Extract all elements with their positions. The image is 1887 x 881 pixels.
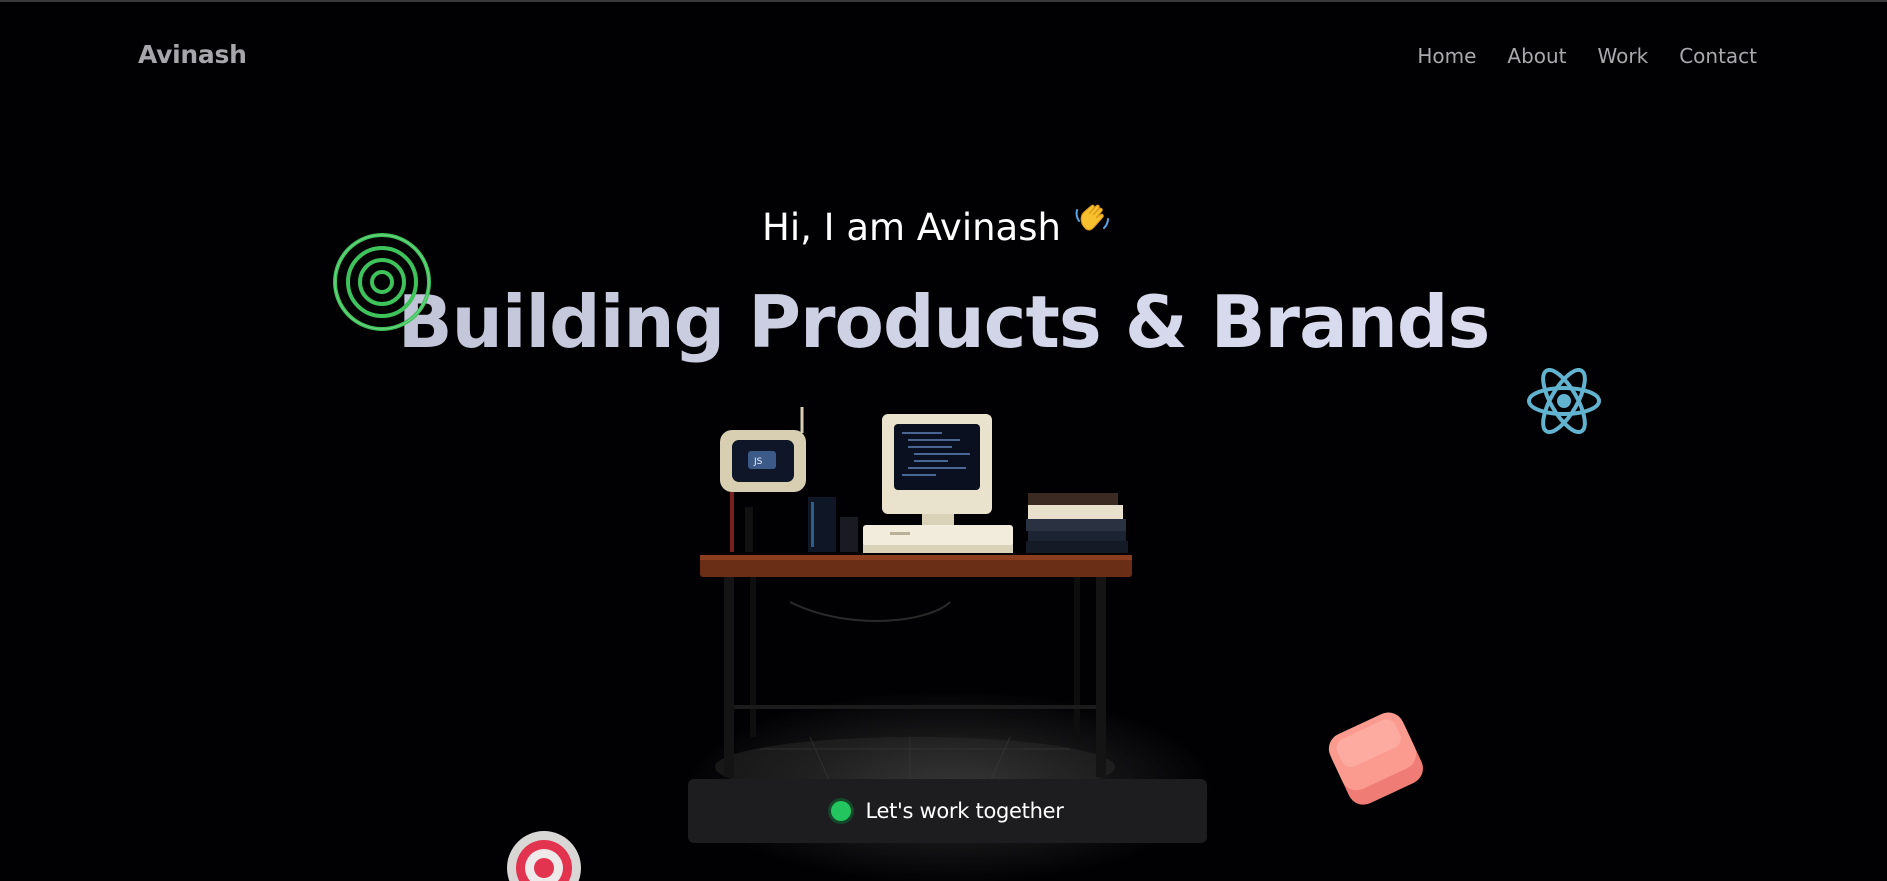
greeting-text: Hi, I am Avinash: [762, 206, 1061, 249]
target-icon: [506, 830, 582, 881]
availability-status-dot: [831, 801, 852, 821]
hero-headline: Building Products & Brands: [0, 280, 1887, 364]
cta-label: Let's work together: [865, 799, 1064, 823]
lets-work-together-button[interactable]: Let's work together: [688, 779, 1207, 843]
site-logo[interactable]: Avinash: [138, 40, 247, 69]
nav-link-about[interactable]: About: [1507, 44, 1566, 68]
rounded-cube-icon: [1318, 707, 1433, 816]
react-atom-icon: [1525, 368, 1603, 438]
hero-greeting: Hi, I am Avinash: [0, 198, 1887, 249]
svg-text:JS: JS: [753, 457, 763, 467]
desk-workstation-illustration: JS: [690, 405, 1140, 797]
concentric-rings-icon: [332, 232, 432, 336]
waving-hand-icon: [1071, 198, 1113, 249]
nav-link-work[interactable]: Work: [1598, 44, 1649, 68]
nav-link-home[interactable]: Home: [1417, 44, 1476, 68]
nav-link-contact[interactable]: Contact: [1679, 44, 1757, 68]
main-nav: Home About Work Contact: [1417, 44, 1757, 68]
page: Avinash Home About Work Contact Hi, I am…: [0, 0, 1887, 881]
